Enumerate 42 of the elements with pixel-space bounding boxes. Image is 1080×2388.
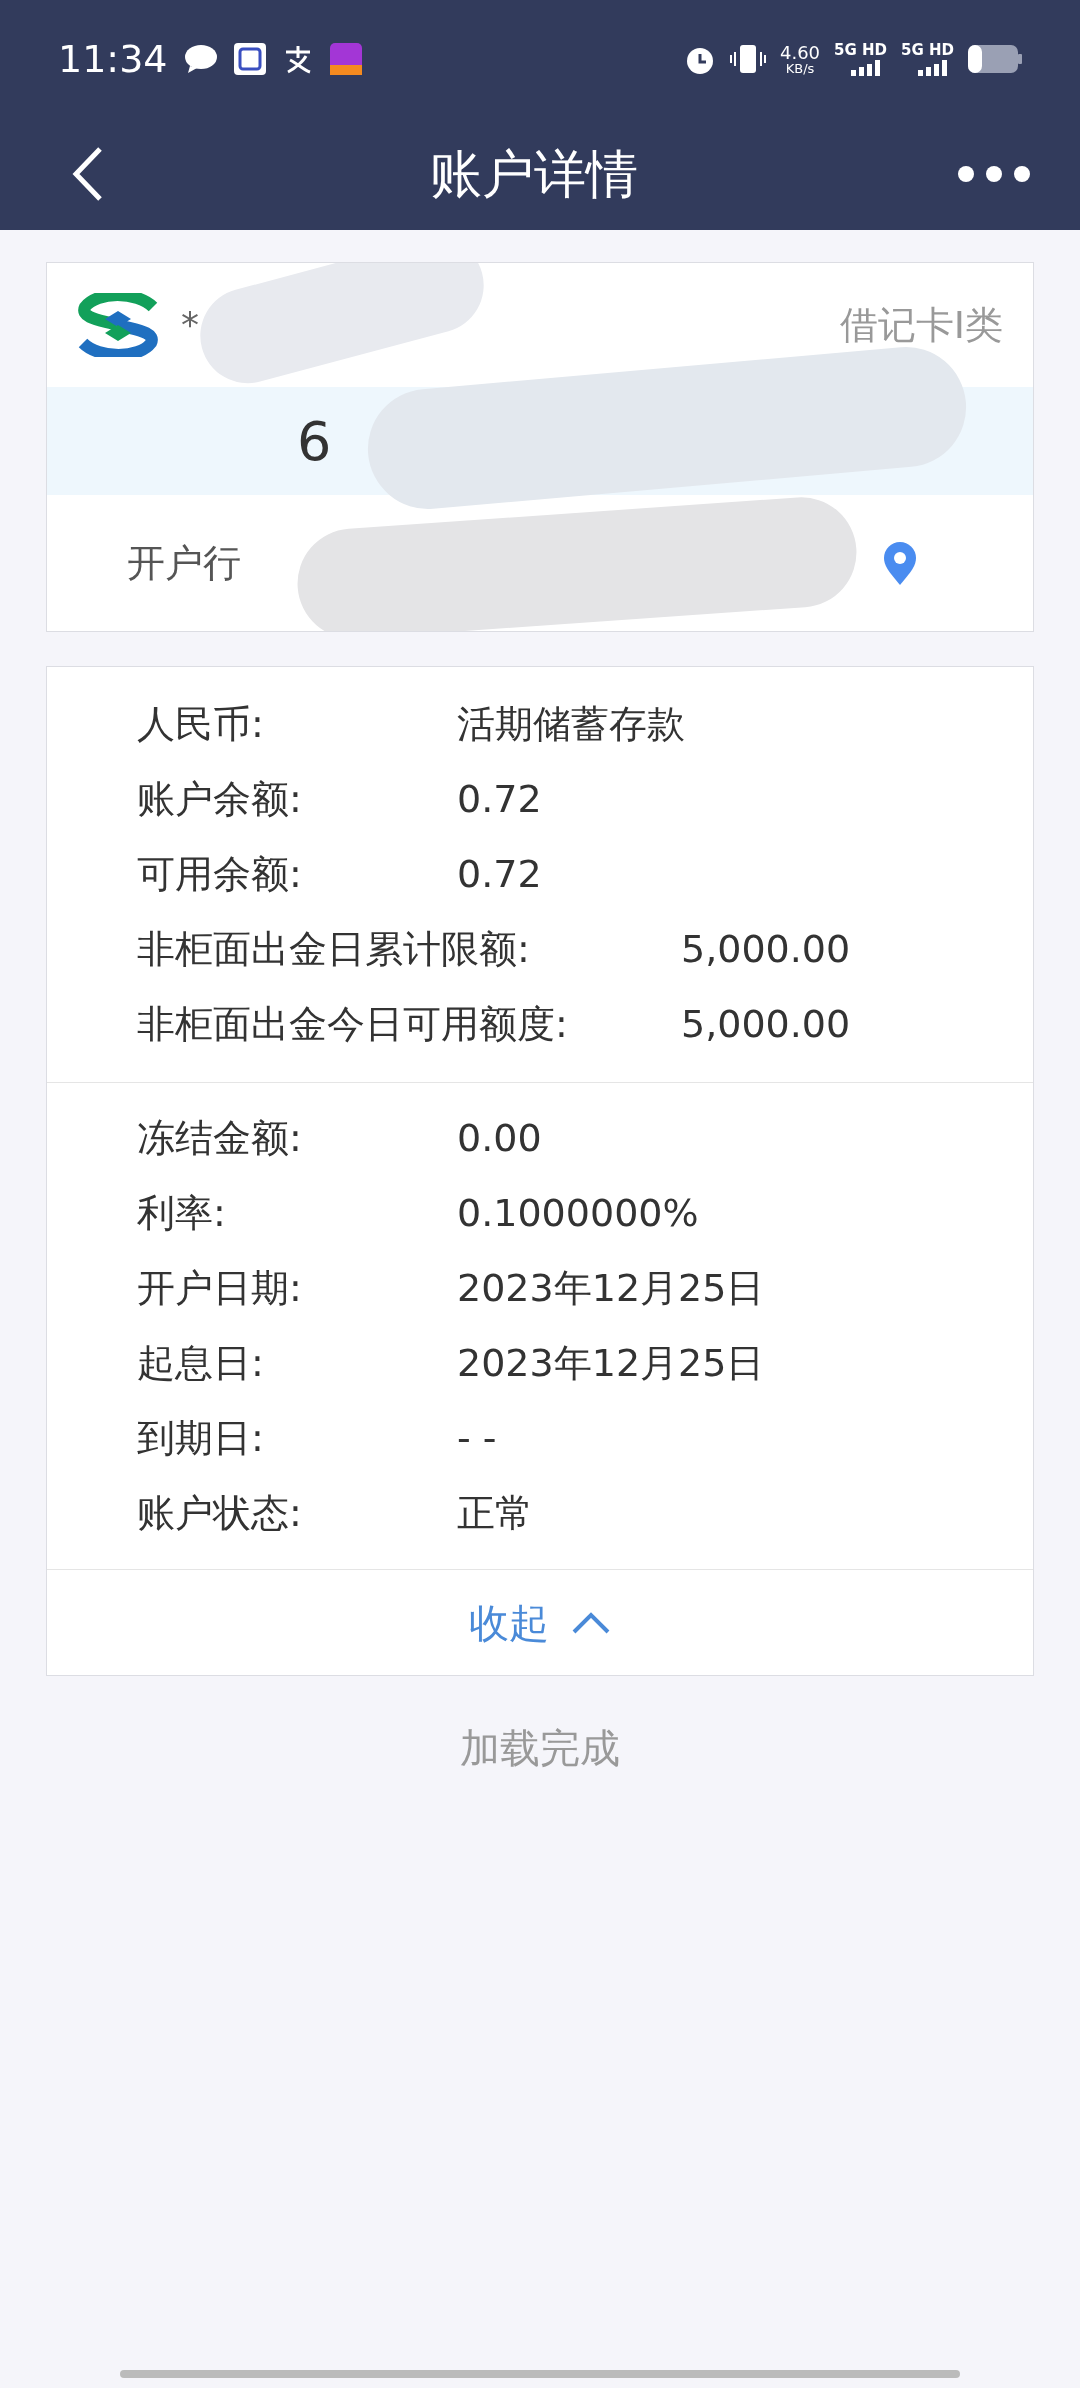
vibrate-icon: [729, 43, 766, 75]
card-type: 借记卡I类: [839, 301, 1003, 349]
account-holder: *: [181, 303, 199, 347]
detail-value: 2023年12月25日: [457, 1340, 765, 1387]
app-icon: [233, 43, 266, 75]
detail-value: 0.1000000%: [457, 1190, 699, 1237]
detail-label: 账户余额:: [137, 776, 303, 823]
more-button[interactable]: [958, 166, 1030, 182]
detail-label: 可用余额:: [137, 851, 303, 898]
chevron-up-icon: [571, 1610, 611, 1635]
card-number: 6: [297, 408, 332, 475]
detail-value: 0.72: [457, 776, 542, 823]
detail-value: 正常: [457, 1490, 533, 1537]
chat-bubble-icon: [183, 44, 218, 74]
detail-label: 冻结金额:: [137, 1115, 303, 1162]
detail-label: 账户状态:: [137, 1490, 303, 1537]
network-type: 5G HD: [901, 42, 954, 58]
detail-value: 5,000.00: [681, 926, 851, 973]
battery-icon: [968, 45, 1022, 73]
collapse-button[interactable]: 收起: [469, 1592, 611, 1653]
bank-app-icon: [329, 43, 362, 75]
detail-value: - -: [457, 1415, 497, 1462]
detail-label: 非柜面出金日累计限额:: [137, 926, 531, 973]
branch-label: 开户行: [127, 539, 241, 587]
net-speed-unit: KB/s: [785, 61, 815, 75]
page-title: 账户详情: [430, 143, 638, 206]
detail-value: 0.72: [457, 851, 542, 898]
location-pin-icon[interactable]: [882, 541, 918, 585]
detail-label: 人民币:: [137, 701, 265, 748]
detail-label: 到期日:: [137, 1415, 265, 1462]
detail-label: 起息日:: [137, 1340, 265, 1387]
net-speed: 4.60: [779, 43, 821, 62]
detail-label: 利率:: [137, 1190, 227, 1237]
detail-value: 5,000.00: [681, 1001, 851, 1048]
load-complete-text: 加载完成: [460, 1724, 620, 1773]
detail-label: 非柜面出金今日可用额度:: [137, 1001, 569, 1048]
detail-value: 0.00: [457, 1115, 542, 1162]
detail-value: 活期储蓄存款: [457, 701, 685, 748]
detail-value: 2023年12月25日: [457, 1265, 765, 1312]
status-time: 11:34: [58, 35, 168, 83]
detail-label: 开户日期:: [137, 1265, 303, 1312]
network-type: 5G HD: [834, 42, 887, 58]
